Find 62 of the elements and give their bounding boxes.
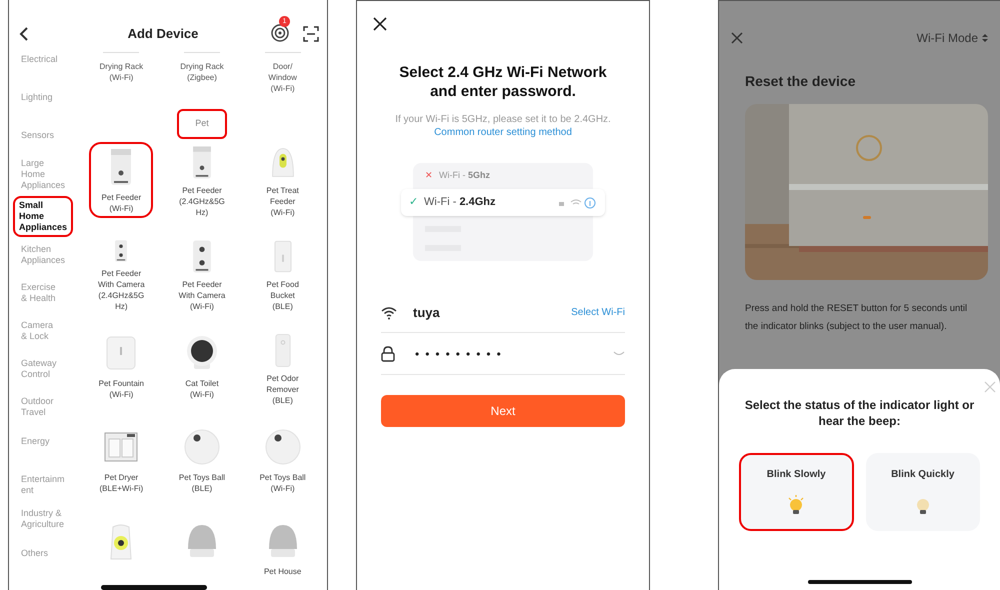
wifi-icon (381, 306, 397, 320)
page-title: Add Device (126, 25, 200, 44)
device-tile[interactable]: Pet Feeder With Camera (2.4GHz&5G Hz) (89, 236, 154, 312)
device-label: Pet Food Bucket (BLE) (266, 279, 299, 312)
category-item[interactable]: Small Home Appliances (13, 196, 74, 237)
network-status-icons (557, 196, 597, 208)
device-label: Pet Fountain (Wi-Fi) (98, 378, 144, 400)
device-tile[interactable]: Pet Food Bucket (BLE) (250, 236, 315, 312)
device-label: Pet House (264, 566, 302, 577)
network-name: Wi-Fi - 5Ghz (439, 169, 490, 182)
toy-ball-icon (182, 428, 221, 466)
device-tile[interactable]: Pet Fountain (Wi-Fi) (89, 330, 154, 406)
mode-selector[interactable]: Wi-Fi Mode (916, 29, 978, 47)
device-tile[interactable]: Pet Feeder With Camera (Wi-Fi) (170, 236, 234, 312)
blink-option[interactable]: Blink Quickly (866, 453, 980, 531)
pet-feeder-icon (190, 146, 213, 179)
device-label: Pet Feeder (2.4GHz&5G Hz) (179, 185, 225, 218)
lock-icon (381, 346, 395, 362)
camera-feeder-icon (190, 240, 213, 273)
heading: Select 2.4 GHz Wi-Fi Network and enter password. (398, 63, 608, 101)
scan-radar-icon[interactable] (271, 24, 289, 42)
hint-text: If your Wi-Fi is 5GHz, please set it to be 2.4GHz. Common router setting method (394, 113, 612, 139)
close-icon[interactable] (373, 17, 387, 31)
password-field[interactable]: ••••••••• (415, 344, 507, 362)
device-tile[interactable]: Pet Toys Ball (Wi-Fi) (250, 424, 315, 500)
scan-icon[interactable] (303, 26, 319, 42)
toy-ball-icon (264, 428, 302, 466)
device-label: Drying Rack (Wi-Fi) (100, 61, 144, 83)
network-name: Wi-Fi - 2.4Ghz (424, 195, 496, 210)
network-field[interactable]: tuya (413, 302, 440, 322)
router-settings-link[interactable]: Common router setting method (434, 127, 572, 138)
device-label: Pet Treat Feeder (Wi-Fi) (266, 185, 299, 218)
device-tile[interactable]: Pet Toys Ball (BLE) (170, 424, 234, 500)
cross-icon: ✕ (425, 169, 433, 182)
device-tile[interactable]: Pet House (250, 518, 315, 590)
device-label: Pet Toys Ball (Wi-Fi) (260, 472, 306, 494)
pet-feeder-icon (110, 148, 132, 186)
device-tile[interactable]: Pet Feeder (Wi-Fi) (89, 142, 154, 218)
device-tile[interactable]: Pet Treat Feeder (Wi-Fi) (250, 142, 315, 218)
section-title: Pet (177, 109, 227, 139)
device-label: Pet Feeder With Camera (Wi-Fi) (178, 279, 226, 312)
switch-icon[interactable] (982, 34, 988, 42)
device-tile[interactable]: Pet Odor Remover (BLE) (250, 330, 315, 406)
device-label: Pet Dryer (BLE+Wi-Fi) (99, 472, 144, 494)
sheet-question: Select the status of the indicator light or hear the beep: (744, 397, 976, 429)
device-label: Pet Toys Ball (BLE) (178, 472, 226, 494)
instruction-text: Press and hold the RESET button for 5 seconds until the indicator blinks (subject to the user manual). (745, 302, 968, 334)
select-wifi-link[interactable]: Select Wi-Fi (571, 305, 625, 320)
light-bulb-icon (786, 494, 806, 516)
food-bucket-icon (272, 240, 294, 273)
device-label: Pet Feeder With Camera (2.4GHz&5G Hz) (98, 268, 145, 312)
device-label: Pet Feeder (Wi-Fi) (102, 192, 142, 214)
check-icon: ✓ (409, 194, 418, 211)
device-label: Drying Rack (Zigbee) (180, 61, 224, 83)
heading: Reset the device (745, 72, 856, 91)
device-tile[interactable]: Pet Dryer (BLE+Wi-Fi) (89, 424, 154, 500)
device-tile[interactable]: Cat Toilet (Wi-Fi) (170, 330, 234, 406)
device-tile[interactable]: Pet Feeder (2.4GHz&5G Hz) (170, 142, 234, 218)
blink-option[interactable]: Blink Slowly (739, 453, 854, 531)
device-label: Cat Toilet (Wi-Fi) (185, 378, 219, 400)
device-label: Pet Odor Remover (BLE) (266, 373, 299, 406)
device-label: Door/ Window (Wi-Fi) (268, 61, 297, 94)
